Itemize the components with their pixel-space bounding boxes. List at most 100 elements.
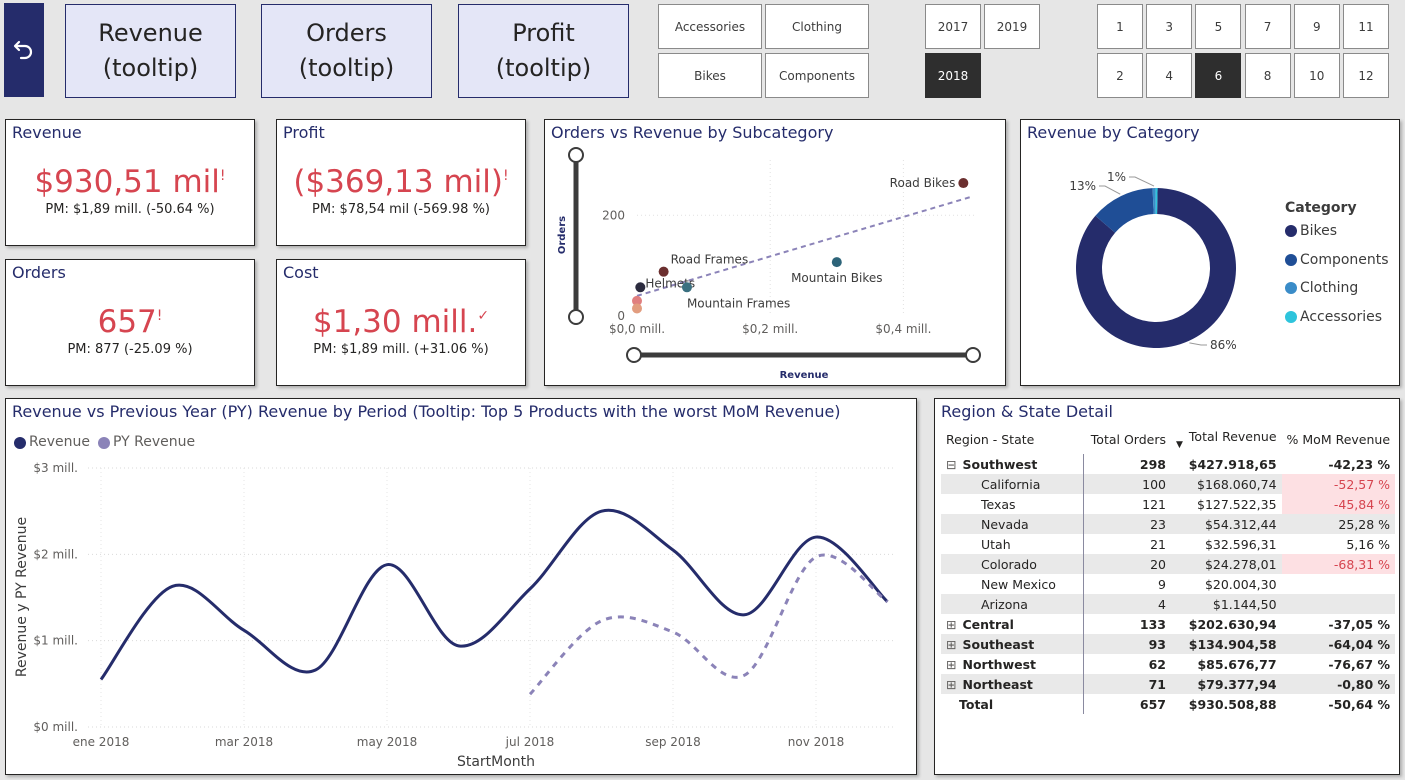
year-slicer-2019[interactable]: 2019 [984,4,1040,49]
state-row[interactable]: Nevada 23 $54.312,44 25,28 % [941,514,1396,534]
expand-icon[interactable]: ⊞ [946,657,956,672]
legend-item-clothing[interactable]: Clothing [1285,274,1389,303]
month-slicer-4[interactable]: 4 [1146,53,1193,98]
header-mom-revenue[interactable]: % MoM Revenue [1282,424,1395,454]
scatter-point[interactable] [635,282,646,293]
expand-icon[interactable]: ⊞ [946,637,956,652]
cell-total-orders: 71 [1082,674,1171,694]
alert-icon: ! [156,308,163,324]
month-slicer-6[interactable]: 6 [1195,53,1242,98]
month-slicer-9[interactable]: 9 [1293,4,1340,49]
year-slicer-2017[interactable]: 2017 [925,4,981,49]
back-button[interactable] [4,3,44,97]
month-slicer-8[interactable]: 8 [1244,53,1291,98]
expand-icon[interactable]: ⊞ [946,677,956,692]
revenue-tooltip-button[interactable]: Revenue (tooltip) [65,4,236,98]
category-slicer-accessories[interactable]: Accessories [658,4,762,49]
x-tick-label: ene 2018 [73,735,130,749]
legend-item-bikes[interactable]: Bikes [1285,217,1389,246]
x-tick-label: may 2018 [357,735,418,749]
scatter-point[interactable] [681,282,692,293]
header-total-orders[interactable]: Total Orders [1083,424,1171,454]
cell-mom-revenue: -45,84 % [1281,494,1396,514]
cell-total-orders: 93 [1082,634,1171,654]
cell-region-state: Nevada [981,516,1029,532]
header-total-revenue[interactable]: ▼Total Revenue [1171,424,1282,454]
scatter-point[interactable] [958,178,969,189]
cost-kpi-card[interactable]: Cost $1,30 mill.✓ PM: $1,89 mill. (+31.0… [276,259,526,386]
y-tick-label: 0 [617,309,625,323]
state-row[interactable]: Texas 121 $127.522,35 -45,84 % [941,494,1396,514]
x-zoom-handle-right[interactable] [965,347,981,363]
region-row[interactable]: ⊞ Central 133 $202.630,94 -37,05 % [941,614,1395,634]
month-slicer-5[interactable]: 5 [1195,4,1242,49]
category-slicer-bikes[interactable]: Bikes [658,53,762,98]
legend-dot [1285,225,1297,238]
profit-tooltip-button[interactable]: Profit (tooltip) [458,4,629,98]
y-axis-title: Orders [557,216,568,254]
cell-total-revenue: $168.060,74 [1197,476,1277,492]
scatter-point[interactable] [632,303,642,314]
region-row[interactable]: ⊞ Northeast 71 $79.377,94 -0,80 % [941,674,1396,694]
alert-icon: ! [503,168,509,184]
line-chart-card[interactable]: Revenue vs Previous Year (PY) Revenue by… [5,398,917,775]
cell-total-orders: 133 [1082,614,1171,634]
y-zoom-handle-bottom[interactable] [568,309,584,325]
state-row[interactable]: Utah 21 $32.596,31 5,16 % [941,534,1395,554]
expand-icon[interactable]: ⊞ [946,617,956,632]
revenue-kpi-card[interactable]: Revenue $930,51 mil! PM: $1,89 mill. (-5… [5,119,255,246]
cell-total-orders: 121 [1082,494,1171,514]
cell-region-state: Arizona [981,596,1028,612]
legend-item-accessories[interactable]: Accessories [1285,303,1389,332]
region-state-matrix-card[interactable]: Region & State Detail Region - State Tot… [934,398,1400,775]
scatter-chart-card[interactable]: Orders vs Revenue by Subcategory 0 200 $0,… [544,119,1006,386]
revenue-line[interactable] [99,508,889,681]
x-zoom-handle-left[interactable] [626,347,642,363]
state-row[interactable]: Colorado 20 $24.278,01 -68,31 % [941,554,1396,574]
kpi-title: Profit [283,123,325,142]
month-slicer-2[interactable]: 2 [1097,53,1143,98]
alert-icon: ! [219,168,226,184]
cell-total-orders: 62 [1082,654,1171,674]
cell-total-revenue: $20.004,30 [1204,576,1277,592]
month-slicer-7[interactable]: 7 [1244,4,1291,49]
month-slicer-3[interactable]: 3 [1146,4,1193,49]
state-row[interactable]: Arizona 4 $1.144,50 [941,594,1396,614]
orders-kpi-card[interactable]: Orders 657! PM: 877 (-25.09 %) [5,259,255,386]
month-slicer-12[interactable]: 12 [1343,53,1389,98]
category-slicer-components[interactable]: Components [765,53,869,98]
state-row[interactable]: California 100 $168.060,74 -52,57 % [941,474,1396,494]
cell-total-revenue: $24.278,01 [1204,556,1277,572]
legend-dot [1285,253,1297,266]
month-slicer-1[interactable]: 1 [1097,4,1143,49]
month-slicer-11[interactable]: 11 [1343,4,1389,49]
region-row[interactable]: ⊞ Southeast 93 $134.904,58 -64,04 % [941,634,1396,654]
scatter-point[interactable] [658,266,669,277]
kpi-previous-month: PM: 877 (-25.09 %) [67,342,193,357]
profit-kpi-card[interactable]: Profit ($369,13 mil)! PM: $78,54 mil (-5… [276,119,526,246]
region-row[interactable]: ⊟ Southwest 298 $427.918,65 -42,23 % [941,454,1395,474]
orders-tooltip-button[interactable]: Orders (tooltip) [261,4,432,98]
donut-chart-card[interactable]: Revenue by Category 86% 13% 1% Category Bi… [1020,119,1400,386]
py-revenue-line[interactable] [528,553,889,696]
region-state-matrix[interactable]: Region - State Total Orders ▼Total Reven… [941,424,1396,714]
cell-total-label: Total [959,696,994,712]
check-icon: ✓ [477,308,490,324]
region-row[interactable]: ⊞ Northwest 62 $85.676,77 -76,67 % [941,654,1395,674]
total-row: Total 657 $930.508,88 -50,64 % [941,694,1395,714]
legend-item-components[interactable]: Components [1285,246,1389,275]
year-slicer-2018[interactable]: 2018 [925,53,981,98]
legend-title: Category [1285,200,1357,216]
month-slicer-10[interactable]: 10 [1293,53,1340,98]
y-zoom-handle-top[interactable] [568,147,584,163]
collapse-icon[interactable]: ⊟ [946,457,956,472]
cell-region-state: ⊞ Central [946,616,1014,632]
x-tick-label: nov 2018 [788,735,844,749]
scatter-point[interactable] [831,257,842,268]
header-region-state[interactable]: Region - State [941,424,1083,454]
matrix-title: Region & State Detail [941,402,1113,421]
cell-total-revenue: $85.676,77 [1197,656,1277,672]
category-slicer-clothing[interactable]: Clothing [765,4,869,49]
state-row[interactable]: New Mexico 9 $20.004,30 [941,574,1395,594]
x-axis-title: Revenue [780,370,829,381]
